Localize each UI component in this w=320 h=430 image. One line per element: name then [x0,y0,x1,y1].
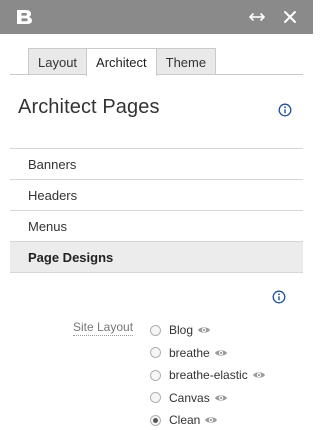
brand-logo-icon [17,10,32,24]
option-label: Clean [169,413,201,428]
menu-item-menus[interactable]: Menus [10,211,303,242]
radio-button[interactable] [150,392,161,404]
radio-button-checked[interactable] [150,414,161,426]
site-layout-option-blog[interactable]: Blog [150,319,266,342]
site-layout-label: Site Layout [73,320,134,336]
option-label: Blog [169,323,194,338]
tab-layout[interactable]: Layout [28,48,88,75]
radio-button[interactable] [150,347,161,359]
architect-menu: Banners Headers Menus Page Designs [10,148,303,273]
site-layout-option-breathe-elastic[interactable]: breathe-elastic [150,364,266,387]
radio-button[interactable] [150,324,161,336]
menu-item-headers[interactable]: Headers [10,180,303,211]
option-label: Canvas [169,390,210,405]
site-layout-option-clean[interactable]: Clean [150,409,266,430]
panel-titlebar [0,0,313,34]
preview-eye-icon[interactable] [204,415,218,425]
menu-item-banners[interactable]: Banners [10,149,303,180]
site-layout-option-breathe[interactable]: breathe [150,342,266,365]
page-title: Architect Pages [18,96,160,118]
radio-button[interactable] [150,369,161,381]
option-label: breathe-elastic [169,368,248,383]
option-label: breathe [169,345,210,360]
site-layout-option-canvas[interactable]: Canvas [150,387,266,410]
tab-theme[interactable]: Theme [155,48,217,75]
close-icon[interactable] [282,9,298,25]
title-info-icon[interactable] [278,103,292,117]
expand-horizontal-icon[interactable] [248,9,266,25]
site-layout-options: Blog breathe breathe-elastic Canvas Clea… [150,319,266,430]
tab-bar: Layout Architect Theme [28,48,217,76]
menu-item-page-designs[interactable]: Page Designs [10,242,303,273]
preview-eye-icon[interactable] [252,370,266,380]
tab-architect[interactable]: Architect [86,48,157,76]
section-info-icon[interactable] [272,290,286,304]
preview-eye-icon[interactable] [197,325,211,335]
preview-eye-icon[interactable] [214,348,228,358]
preview-eye-icon[interactable] [214,393,228,403]
